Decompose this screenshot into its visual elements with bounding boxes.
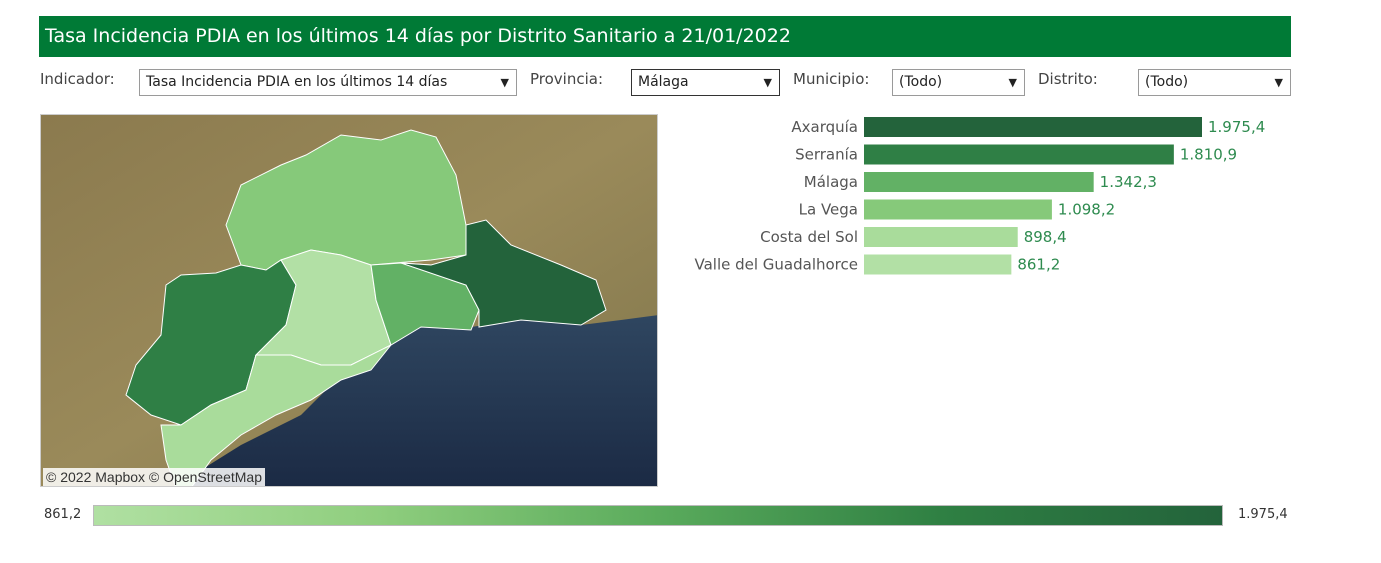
bar-category-label: La Vega <box>799 201 858 219</box>
map-attribution: © 2022 Mapbox © OpenStreetMap <box>43 468 265 486</box>
bar-value-label: 1.975,4 <box>1208 118 1265 136</box>
bar-category-label: Serranía <box>795 146 858 164</box>
page-title: Tasa Incidencia PDIA en los últimos 14 d… <box>39 16 1291 57</box>
provincia-value: Málaga <box>638 74 689 90</box>
municipio-value: (Todo) <box>899 74 943 90</box>
chevron-down-icon: ▼ <box>500 76 509 89</box>
distrito-value: (Todo) <box>1145 74 1189 90</box>
distrito-select[interactable]: (Todo) ▼ <box>1138 69 1291 96</box>
bar-category-label: Costa del Sol <box>760 228 858 246</box>
bar[interactable] <box>864 117 1202 137</box>
bar-value-label: 861,2 <box>1017 256 1060 274</box>
color-legend-max: 1.975,4 <box>1238 507 1288 522</box>
color-legend-min: 861,2 <box>44 507 82 522</box>
bar-value-label: 1.342,3 <box>1100 173 1157 191</box>
bar-value-label: 1.810,9 <box>1180 146 1237 164</box>
municipio-label: Municipio: <box>793 70 870 88</box>
bar[interactable] <box>864 199 1052 220</box>
bar-category-label: Axarquía <box>791 118 858 136</box>
bar-category-label: Valle del Guadalhorce <box>694 256 858 274</box>
bar-category-label: Málaga <box>804 173 858 191</box>
color-legend-bar <box>93 505 1223 526</box>
indicador-label: Indicador: <box>40 70 115 88</box>
chevron-down-icon: ▼ <box>1274 76 1283 89</box>
chevron-down-icon: ▼ <box>763 76 772 89</box>
indicador-value: Tasa Incidencia PDIA en los últimos 14 d… <box>146 74 448 90</box>
bar[interactable] <box>864 172 1094 192</box>
map-svg <box>41 115 657 486</box>
provincia-select[interactable]: Málaga ▼ <box>631 69 780 96</box>
district-map[interactable]: © 2022 Mapbox © OpenStreetMap <box>40 114 658 487</box>
bar[interactable] <box>864 144 1174 165</box>
bar[interactable] <box>864 254 1012 275</box>
bar-chart-svg: Axarquía 1.975,4 Serranía 1.810,9 Málaga 1.34… <box>694 117 1265 275</box>
bar-value-label: 1.098,2 <box>1058 201 1115 219</box>
chevron-down-icon: ▼ <box>1008 76 1017 89</box>
bar[interactable] <box>864 227 1018 247</box>
provincia-label: Provincia: <box>530 70 604 88</box>
distrito-label: Distrito: <box>1038 70 1098 88</box>
municipio-select[interactable]: (Todo) ▼ <box>892 69 1025 96</box>
indicador-select[interactable]: Tasa Incidencia PDIA en los últimos 14 d… <box>139 69 517 96</box>
bar-value-label: 898,4 <box>1024 228 1067 246</box>
bar-chart: Axarquía 1.975,4 Serranía 1.810,9 Málaga 1.34… <box>660 112 1380 292</box>
